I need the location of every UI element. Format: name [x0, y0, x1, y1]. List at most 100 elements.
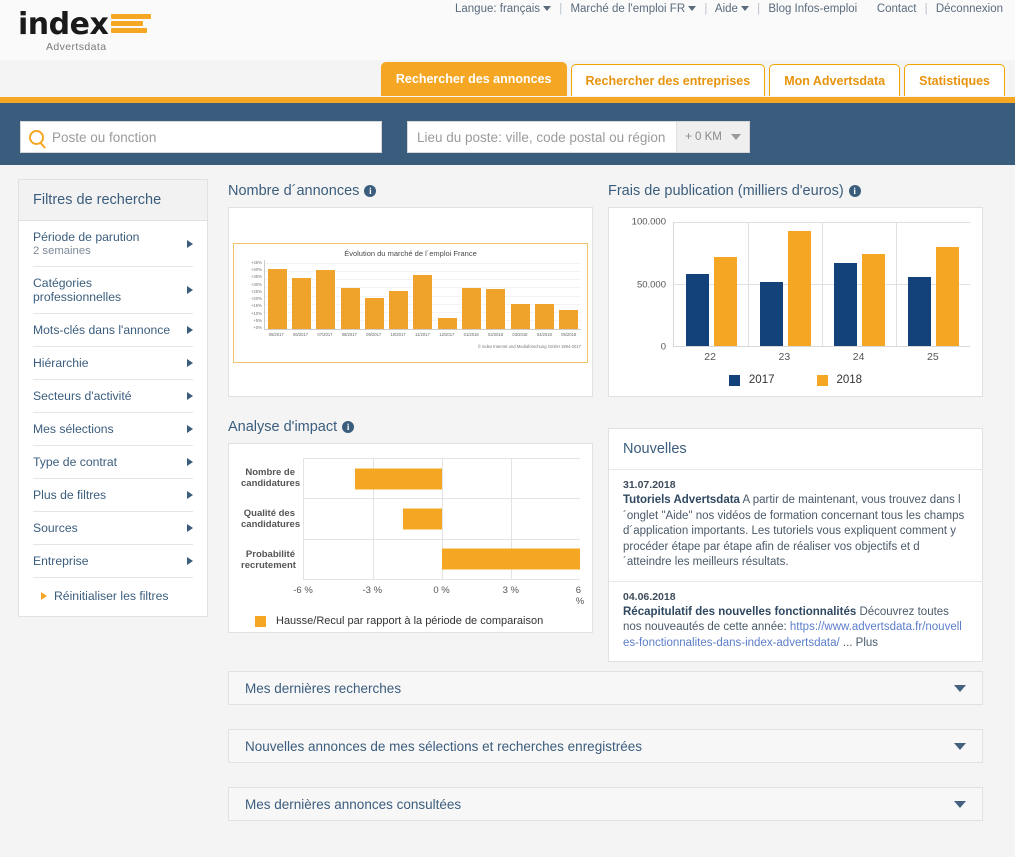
info-icon[interactable]: i [848, 185, 861, 197]
y-tick: +20% [250, 296, 262, 302]
chart-fees-yaxis: 100.000 50.000 0 [621, 217, 673, 353]
info-icon[interactable]: i [364, 185, 377, 197]
legend-label: 2018 [836, 374, 863, 386]
top-header: index Advertsdata Langue: français | Mar… [0, 0, 1015, 96]
x-tick: 01/2018 [463, 332, 479, 337]
utility-nav-contact[interactable]: Contact [877, 3, 917, 15]
brand-name: index [18, 7, 109, 42]
nav-separator: | [924, 3, 928, 15]
bar [316, 269, 336, 329]
bar [354, 468, 442, 490]
sidebar-item-hierarchie[interactable]: Hiérarchie [33, 347, 193, 380]
legend-swatch-icon [816, 374, 828, 386]
bar-row [304, 459, 580, 500]
sidebar-title: Filtres de recherche [19, 180, 207, 221]
tab-mon-advertsdata[interactable]: Mon Advertsdata [769, 64, 901, 96]
search-input-location[interactable]: Lieu du poste: ville, code postal ou rég… [407, 121, 750, 153]
brand-logo[interactable]: index Advertsdata [18, 7, 152, 53]
tab-statistiques[interactable]: Statistiques [904, 64, 1005, 96]
info-icon[interactable]: i [342, 421, 355, 433]
sidebar-item-categories-professionnelles[interactable]: Catégories professionnelles [33, 267, 193, 314]
accordion-dernieres-annonces-consultees[interactable]: Mes dernières annonces consultées [228, 787, 983, 821]
chevron-down-icon [730, 134, 741, 140]
filter-label: Type de contrat [33, 455, 118, 469]
bar [510, 304, 530, 329]
panel-title-text: Analyse d'impact [228, 419, 338, 435]
bar [787, 230, 811, 346]
radius-dropdown[interactable]: + 0 KM [676, 122, 749, 152]
accordion-mes-dernieres-recherches[interactable]: Mes dernières recherches [228, 671, 983, 705]
reset-filters-button[interactable]: Réinitialiser les filtres [33, 578, 193, 616]
y-tick: 50.000 [636, 279, 666, 290]
news-item[interactable]: 31.07.2018 Tutoriels Advertsdata A parti… [609, 470, 982, 582]
news-more[interactable]: ... Plus [840, 637, 878, 649]
search-input-job[interactable]: Poste ou fonction [20, 121, 382, 153]
x-tick: 6 % [575, 585, 585, 607]
sidebar-item-mes-selections[interactable]: Mes sélections [33, 413, 193, 446]
chevron-right-icon [187, 557, 193, 565]
chevron-right-icon [187, 359, 193, 367]
chart-publication-fees: 100.000 50.000 0 22 23 24 25 2017 2018 [608, 207, 983, 397]
filter-label: Sources [33, 521, 78, 535]
x-tick: 08/2017 [341, 332, 357, 337]
legend-swatch-icon [728, 374, 740, 386]
filter-label: Catégories professionnelles [33, 276, 122, 304]
chevron-right-icon [187, 326, 193, 334]
chart-ads-count-footnote: © index Internet und Mediaforschung GmbH… [477, 344, 581, 349]
filter-label: Entreprise [33, 554, 89, 568]
bar [442, 548, 580, 570]
utility-nav-market[interactable]: Marché de l'emploi FR [570, 3, 697, 15]
sidebar-item-periode-de-parution[interactable]: Période de parution 2 semaines [33, 221, 193, 267]
legend-label: 2017 [748, 374, 775, 386]
sidebar-item-entreprise[interactable]: Entreprise [33, 545, 193, 578]
accordion-label: Mes dernières recherches [245, 680, 402, 696]
reset-filters-label: Réinitialiser les filtres [54, 589, 169, 603]
accordion-nouvelles-annonces[interactable]: Nouvelles annonces de mes sélections et … [228, 729, 983, 763]
y-tick: +30% [250, 281, 262, 287]
legend-item-2017: 2017 [728, 374, 775, 386]
sidebar-item-sources[interactable]: Sources [33, 512, 193, 545]
bar [462, 287, 481, 329]
search-input-job-placeholder: Poste ou fonction [52, 129, 157, 145]
x-tick: 03/2018 [512, 332, 528, 337]
filter-label: Secteurs d'activité [33, 389, 132, 403]
x-tick: -6 % [293, 585, 313, 596]
tab-rechercher-des-annonces[interactable]: Rechercher des annonces [380, 62, 567, 96]
bar [437, 317, 457, 329]
utility-nav: Langue: français | Marché de l'emploi FR… [455, 3, 1003, 15]
bar [833, 262, 857, 346]
utility-nav-help[interactable]: Aide [715, 3, 749, 15]
y-tick: +15% [250, 303, 262, 309]
news-item[interactable]: 04.06.2018 Récapitulatif des nouvelles f… [609, 582, 982, 662]
utility-nav-blog[interactable]: Blog Infos-emploi [768, 3, 857, 15]
bar [291, 278, 311, 329]
sidebar-item-mots-cles[interactable]: Mots-clés dans l'annonce [33, 314, 193, 347]
chevron-right-icon [187, 458, 193, 466]
sidebar-item-type-de-contrat[interactable]: Type de contrat [33, 446, 193, 479]
y-tick: +10% [250, 310, 262, 316]
main-tabs: Rechercher des annonces Rechercher des e… [380, 62, 1005, 96]
tab-rechercher-des-entreprises[interactable]: Rechercher des entreprises [570, 64, 766, 96]
sidebar-item-plus-de-filtres[interactable]: Plus de filtres [33, 479, 193, 512]
filter-label: Hiérarchie [33, 356, 89, 370]
utility-nav-logout[interactable]: Déconnexion [936, 3, 1003, 15]
y-tick: +25% [250, 288, 262, 294]
x-tick: 12/2017 [439, 332, 455, 337]
x-tick: 22 [704, 351, 716, 363]
page-content: Filtres de recherche Période de parution… [0, 165, 1015, 857]
chevron-down-icon [954, 742, 966, 750]
accordion-list: Mes dernières recherches Nouvelles annon… [228, 671, 983, 845]
bar [486, 289, 506, 329]
chart-impact-grid [303, 458, 580, 580]
chart-ads-count-xaxis: 05/2017 06/2017 07/2017 08/2017 09/2017 10/20… [264, 332, 581, 337]
brand-subtitle: Advertsdata [46, 41, 107, 53]
utility-nav-language[interactable]: Langue: français [455, 3, 552, 15]
y-tick: +40% [250, 267, 262, 273]
chevron-down-icon [954, 684, 966, 692]
news-body: Tutoriels Advertsdata A partir de mainte… [623, 493, 968, 571]
sidebar-item-secteurs-dactivite[interactable]: Secteurs d'activité [33, 380, 193, 413]
panel-title-ads-count: Nombre d´annonces i [228, 183, 593, 199]
x-tick: 0 % [433, 585, 450, 596]
x-tick: 04/2018 [536, 332, 552, 337]
bar [267, 269, 287, 329]
